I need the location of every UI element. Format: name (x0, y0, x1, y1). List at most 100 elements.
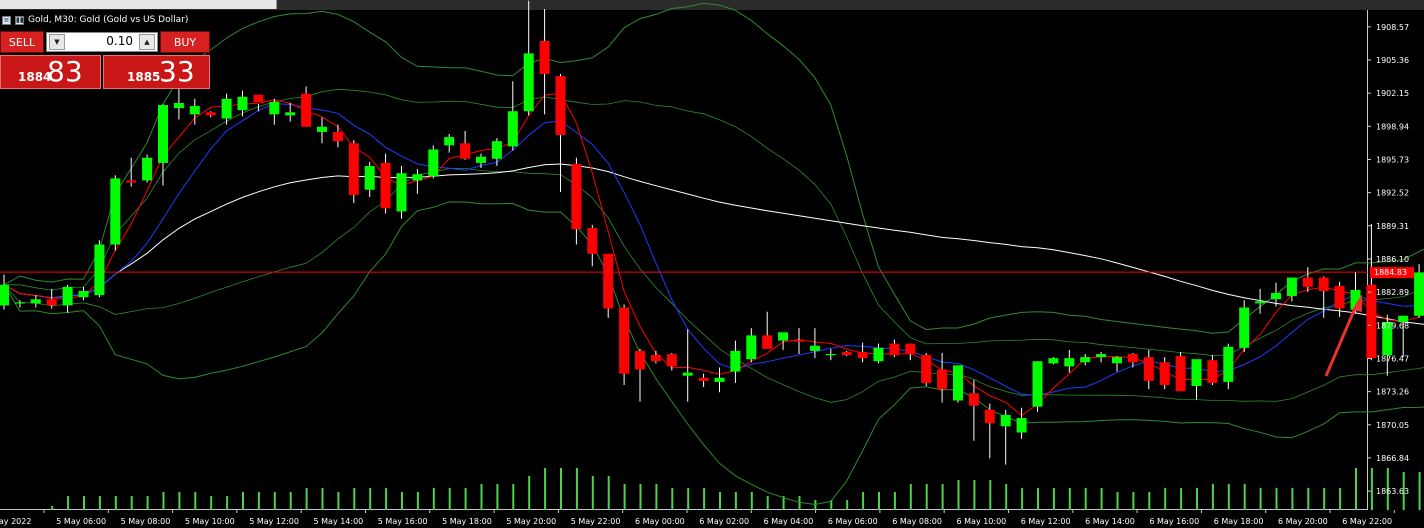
time-tick-label: 6 May 20:00 (1278, 517, 1328, 526)
candle-body (444, 137, 455, 146)
time-tick-label: 6 May 08:00 (892, 517, 942, 526)
candle-body (603, 253, 614, 309)
candle-body (396, 173, 407, 212)
buy-button[interactable]: BUY (160, 31, 210, 53)
time-tick-label: 6 May 06:00 (828, 517, 878, 526)
ma-long (3, 163, 1424, 325)
time-tick-label: 6 May 22:00 (1342, 517, 1392, 526)
chart-title: Gold, M30: Gold (Gold vs US Dollar) (28, 15, 189, 25)
lot-decrease-icon[interactable]: ▼ (49, 34, 65, 50)
candle-body (539, 40, 550, 75)
symbol-icon[interactable]: ▮▮ (15, 15, 24, 25)
bid-quote[interactable]: 1884 83 (0, 55, 101, 89)
candle-body (14, 302, 25, 304)
candle-body (1366, 284, 1377, 359)
candle-body (380, 162, 391, 209)
candle-body (762, 335, 773, 349)
time-tick-label: 6 May 04:00 (764, 517, 814, 526)
time-tick-label: 6 May 14:00 (1085, 517, 1135, 526)
candle-body (1080, 357, 1091, 363)
candle-body (491, 141, 502, 159)
ask-quote[interactable]: 1885 33 (103, 55, 210, 89)
candle-body (1302, 277, 1313, 287)
candle-body (1255, 301, 1266, 304)
bollinger-upper (3, 2, 1424, 334)
price-tick-label: 1908.57 (1376, 23, 1409, 32)
price-tick-label: 1889.31 (1376, 222, 1409, 231)
time-tick-label: 5 May 08:00 (121, 517, 171, 526)
ma-slow (3, 103, 1424, 396)
time-tick-label: 5 May 10:00 (185, 517, 235, 526)
lot-size-field[interactable]: ▼ 0.10 ▲ (46, 32, 158, 52)
candle-body (698, 377, 709, 381)
lot-increase-icon[interactable]: ▲ (139, 34, 155, 50)
candle-body (332, 131, 343, 142)
candle-body (110, 178, 121, 245)
price-chart[interactable]: 1908.57 1905.36 1902.15 1898.94 1895.73 1892.… (0, 0, 1424, 528)
price-tick-label: 1876.47 (1376, 354, 1409, 363)
candle-body (587, 227, 598, 254)
candle-body (173, 102, 184, 109)
candle-body (1239, 307, 1250, 348)
candle-body (523, 53, 534, 112)
price-tick-label: 1902.15 (1376, 89, 1409, 98)
candle-body (635, 350, 645, 370)
time-tick-label: 6 May 18:00 (1214, 517, 1264, 526)
candle-body (1096, 354, 1107, 358)
candle-body (809, 345, 820, 351)
time-tick-label: 6 May 12:00 (1021, 517, 1071, 526)
time-tick-label: 6 May 02:00 (699, 517, 749, 526)
candle-body (984, 409, 995, 424)
candle-body (476, 156, 486, 163)
candle-body (1175, 356, 1186, 392)
price-tick-label: 1898.94 (1376, 122, 1409, 131)
candle-body (921, 355, 932, 383)
candle-body (682, 372, 693, 376)
candle-body (1016, 418, 1027, 433)
candle-body (158, 105, 168, 163)
one-click-trading-panel: SELL ▼ 0.10 ▲ BUY 1884 83 1885 33 (0, 31, 212, 89)
candle-body (1223, 346, 1234, 382)
candle-body (730, 350, 741, 372)
candle-body (825, 354, 836, 356)
candle-body (1318, 277, 1329, 291)
candle-body (253, 94, 264, 102)
annotation-arrow (1324, 305, 1358, 377)
candle-body (142, 157, 153, 181)
time-tick-label: 6 May 16:00 (1149, 517, 1199, 526)
candle-body (794, 340, 804, 342)
candle-body (237, 96, 248, 111)
candle-body (1159, 362, 1170, 385)
price-tick-label: 1886.10 (1376, 255, 1409, 264)
candle-body (857, 351, 868, 359)
candle-body (714, 377, 725, 382)
candle-body (1048, 358, 1059, 364)
price-tick-label: 1905.36 (1376, 56, 1409, 65)
candle-body (1286, 277, 1297, 297)
sell-button[interactable]: SELL (0, 31, 44, 53)
lot-size-value[interactable]: 0.10 (106, 34, 133, 48)
menu-icon[interactable]: ≡ (2, 15, 11, 25)
candle-body (953, 365, 963, 401)
candle-body (62, 286, 73, 306)
candle-body (619, 307, 630, 374)
current-price-label: 1884.83 (1374, 268, 1407, 277)
price-tick-label: 1873.26 (1376, 388, 1409, 397)
candle-body (126, 180, 137, 183)
price-tick-label: 1870.05 (1376, 421, 1409, 430)
chart-title-bar: ≡ ▮▮ Gold, M30: Gold (Gold vs US Dollar) (2, 13, 188, 27)
candle-body (1000, 414, 1011, 427)
candle-body (30, 299, 41, 304)
time-tick-label: 5 May 12:00 (249, 517, 299, 526)
candle-body (778, 332, 789, 341)
candle-body (889, 343, 900, 356)
candle-body (1207, 360, 1218, 383)
candle-body (1032, 361, 1043, 407)
candle-body (1127, 354, 1138, 363)
time-tick-label: 5 May 16:00 (378, 517, 428, 526)
candle-body (968, 393, 979, 406)
candle-body (301, 93, 312, 127)
candle-body (873, 347, 884, 362)
candle-body (1064, 358, 1075, 367)
candle-body (507, 111, 518, 147)
